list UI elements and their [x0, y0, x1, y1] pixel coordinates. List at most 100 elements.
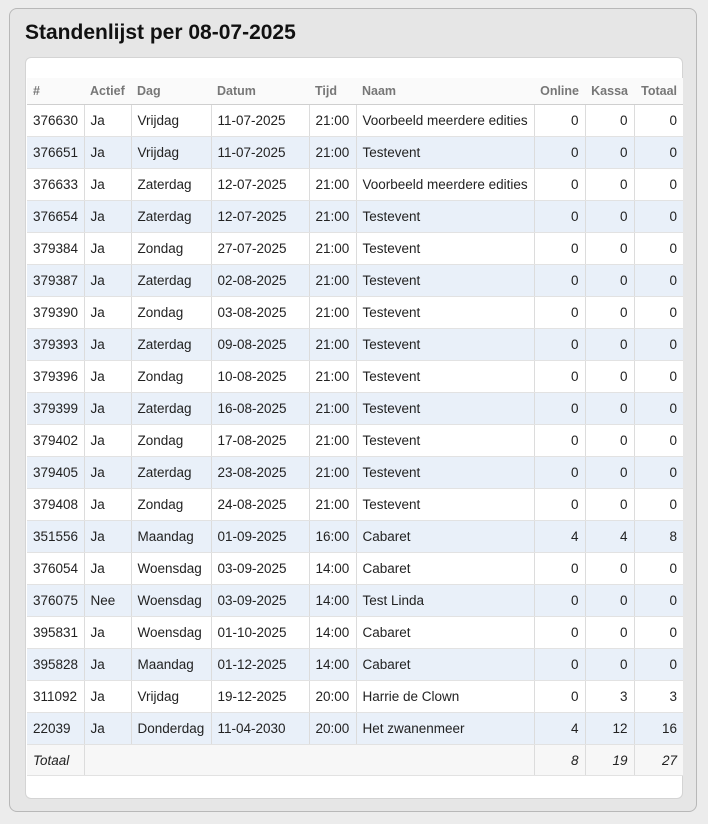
- table-row[interactable]: 376075 Nee Woensdag 03-09-2025 14:00 Test Lin…: [27, 584, 683, 617]
- standings-table: # Actief Dag Datum Tijd Naam Online Kass…: [27, 78, 683, 776]
- page-title: Standenlijst per 08-07-2025: [25, 21, 296, 44]
- cell-totaal: 16: [634, 712, 683, 745]
- cell-actief: Ja: [84, 136, 132, 169]
- cell-kassa: 4: [585, 520, 635, 553]
- cell-totaal: 0: [634, 392, 683, 425]
- cell-tijd: 14:00: [309, 584, 357, 617]
- column-header-datum[interactable]: Datum: [211, 78, 309, 105]
- column-header-dag[interactable]: Dag: [131, 78, 211, 105]
- cell-datum: 01-10-2025: [211, 616, 310, 649]
- table-row[interactable]: 351556 Ja Maandag 01-09-2025 16:00 Cabaret 4 4 8: [27, 520, 683, 553]
- cell-totaal: 0: [634, 552, 683, 585]
- cell-online: 0: [534, 168, 586, 201]
- cell-naam: Cabaret: [356, 552, 535, 585]
- cell-datum: 03-09-2025: [211, 584, 310, 617]
- cell-id: 379396: [27, 360, 85, 393]
- cell-kassa: 3: [585, 680, 635, 713]
- cell-naam: Cabaret: [356, 520, 535, 553]
- cell-online: 0: [534, 424, 586, 457]
- cell-dag: Zaterdag: [131, 392, 212, 425]
- table-row[interactable]: 379384 Ja Zondag 27-07-2025 21:00 Testevent 0 0…: [27, 232, 683, 265]
- table-row[interactable]: 379387 Ja Zaterdag 02-08-2025 21:00 Testevent…: [27, 264, 683, 297]
- cell-dag: Zaterdag: [131, 168, 212, 201]
- cell-kassa: 0: [585, 584, 635, 617]
- table-row[interactable]: 379408 Ja Zondag 24-08-2025 21:00 Testevent 0 0…: [27, 488, 683, 521]
- cell-id: 379393: [27, 328, 85, 361]
- cell-naam: Testevent: [356, 424, 535, 457]
- table-row[interactable]: 311092 Ja Vrijdag 19-12-2025 20:00 Harrie de …: [27, 680, 683, 713]
- cell-actief: Ja: [84, 168, 132, 201]
- cell-online: 0: [534, 104, 586, 137]
- cell-id: 351556: [27, 520, 85, 553]
- cell-naam: Testevent: [356, 232, 535, 265]
- cell-tijd: 21:00: [309, 488, 357, 521]
- column-header-id[interactable]: #: [27, 78, 84, 105]
- cell-naam: Testevent: [356, 328, 535, 361]
- cell-tijd: 21:00: [309, 328, 357, 361]
- table-row[interactable]: 376630 Ja Vrijdag 11-07-2025 21:00 Voorbeeld …: [27, 104, 683, 137]
- totals-online: 8: [534, 744, 586, 776]
- cell-actief: Nee: [84, 584, 132, 617]
- cell-naam: Testevent: [356, 360, 535, 393]
- table-row[interactable]: 379405 Ja Zaterdag 23-08-2025 21:00 Testevent…: [27, 456, 683, 489]
- cell-kassa: 0: [585, 392, 635, 425]
- cell-totaal: 0: [634, 168, 683, 201]
- cell-kassa: 0: [585, 456, 635, 489]
- table-row[interactable]: 395831 Ja Woensdag 01-10-2025 14:00 Cabaret 0 0…: [27, 616, 683, 649]
- cell-id: 379405: [27, 456, 85, 489]
- cell-tijd: 21:00: [309, 232, 357, 265]
- cell-online: 0: [534, 200, 586, 233]
- column-header-kassa[interactable]: Kassa: [585, 78, 634, 105]
- cell-actief: Ja: [84, 488, 132, 521]
- table-row[interactable]: 379399 Ja Zaterdag 16-08-2025 21:00 Testevent…: [27, 392, 683, 425]
- cell-totaal: 8: [634, 520, 683, 553]
- cell-kassa: 0: [585, 200, 635, 233]
- cell-totaal: 0: [634, 328, 683, 361]
- cell-tijd: 21:00: [309, 392, 357, 425]
- column-header-naam[interactable]: Naam: [356, 78, 534, 105]
- column-header-tijd[interactable]: Tijd: [309, 78, 356, 105]
- table-row[interactable]: 22039 Ja Donderdag 11-04-2030 20:00 Het zwane…: [27, 712, 683, 745]
- cell-dag: Maandag: [131, 520, 212, 553]
- table-row[interactable]: 376054 Ja Woensdag 03-09-2025 14:00 Cabaret 0 0…: [27, 552, 683, 585]
- cell-actief: Ja: [84, 104, 132, 137]
- cell-actief: Ja: [84, 520, 132, 553]
- table-row[interactable]: 376654 Ja Zaterdag 12-07-2025 21:00 Testevent…: [27, 200, 683, 233]
- column-header-totaal[interactable]: Totaal: [634, 78, 683, 105]
- cell-dag: Woensdag: [131, 552, 212, 585]
- cell-dag: Zaterdag: [131, 200, 212, 233]
- cell-online: 0: [534, 328, 586, 361]
- cell-kassa: 0: [585, 104, 635, 137]
- cell-totaal: 0: [634, 584, 683, 617]
- table-row[interactable]: 376651 Ja Vrijdag 11-07-2025 21:00 Testevent 0…: [27, 136, 683, 169]
- table-row[interactable]: 395828 Ja Maandag 01-12-2025 14:00 Cabaret 0 0 0: [27, 648, 683, 681]
- table-row[interactable]: 376633 Ja Zaterdag 12-07-2025 21:00 Voorbeeld…: [27, 168, 683, 201]
- column-header-actief[interactable]: Actief: [84, 78, 131, 105]
- table-row[interactable]: 379396 Ja Zondag 10-08-2025 21:00 Testevent 0 0…: [27, 360, 683, 393]
- cell-dag: Woensdag: [131, 584, 212, 617]
- table-row[interactable]: 379402 Ja Zondag 17-08-2025 21:00 Testevent 0 0…: [27, 424, 683, 457]
- cell-naam: Testevent: [356, 296, 535, 329]
- cell-tijd: 21:00: [309, 456, 357, 489]
- cell-actief: Ja: [84, 232, 132, 265]
- cell-kassa: 0: [585, 648, 635, 681]
- cell-actief: Ja: [84, 712, 132, 745]
- cell-datum: 27-07-2025: [211, 232, 310, 265]
- cell-totaal: 0: [634, 264, 683, 297]
- cell-naam: Het zwanenmeer: [356, 712, 535, 745]
- cell-dag: Zondag: [131, 488, 212, 521]
- cell-tijd: 20:00: [309, 680, 357, 713]
- cell-id: 376075: [27, 584, 85, 617]
- totals-row: Totaal 8 19 27: [27, 744, 683, 776]
- cell-datum: 01-12-2025: [211, 648, 310, 681]
- cell-dag: Zondag: [131, 424, 212, 457]
- table-row[interactable]: 379390 Ja Zondag 03-08-2025 21:00 Testevent 0 0…: [27, 296, 683, 329]
- cell-online: 4: [534, 712, 586, 745]
- table-row[interactable]: 379393 Ja Zaterdag 09-08-2025 21:00 Testevent…: [27, 328, 683, 361]
- totals-label: Totaal: [27, 744, 85, 776]
- cell-tijd: 14:00: [309, 616, 357, 649]
- cell-dag: Vrijdag: [131, 104, 212, 137]
- cell-totaal: 0: [634, 232, 683, 265]
- column-header-online[interactable]: Online: [534, 78, 585, 105]
- cell-totaal: 0: [634, 296, 683, 329]
